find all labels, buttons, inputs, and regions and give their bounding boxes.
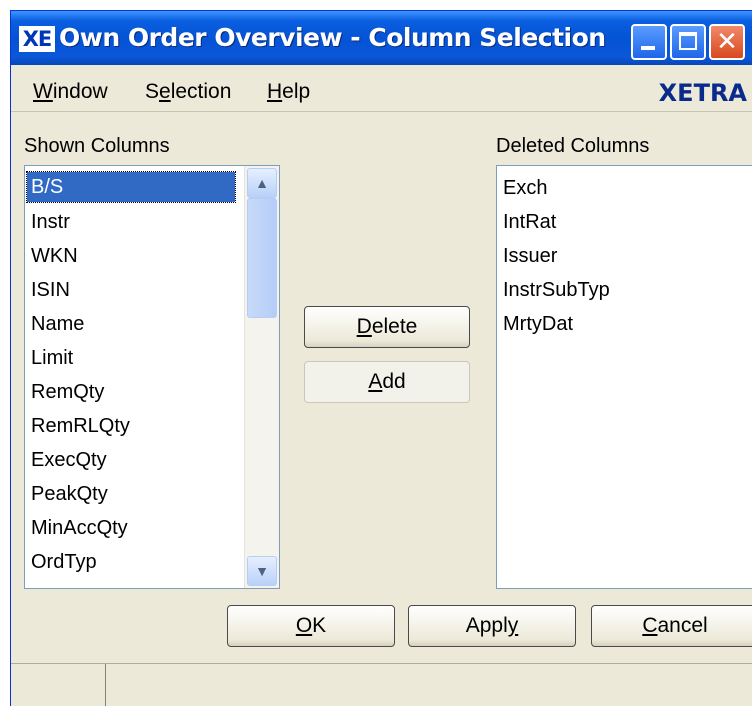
list-item[interactable]: MrtyDat [503, 313, 573, 336]
minimize-button[interactable] [631, 24, 667, 60]
scroll-thumb[interactable] [247, 198, 277, 318]
ok-button[interactable]: OK [227, 605, 395, 647]
minimize-icon [641, 46, 655, 50]
list-item[interactable]: OrdTyp [31, 551, 97, 574]
brand-logo: XETRA [658, 79, 747, 107]
status-bar [11, 663, 752, 706]
list-item[interactable]: ISIN [31, 279, 70, 302]
list-item[interactable]: InstrSubTyp [503, 279, 610, 302]
vertical-scrollbar[interactable]: ▲ ▼ [244, 166, 279, 588]
list-item[interactable]: Limit [31, 347, 73, 370]
close-button[interactable]: ✕ [709, 24, 745, 60]
menu-window[interactable]: Window [33, 80, 108, 104]
apply-button[interactable]: Apply [408, 605, 576, 647]
menu-bar: Window Selection Help XETRA [11, 65, 752, 112]
list-item[interactable]: WKN [31, 245, 78, 268]
list-item[interactable]: Instr [31, 211, 70, 234]
list-item[interactable]: PeakQty [31, 483, 108, 506]
title-bar[interactable]: XE Own Order Overview - Column Selection… [11, 11, 752, 65]
menu-selection[interactable]: Selection [145, 80, 231, 104]
status-divider [105, 664, 106, 706]
list-item[interactable]: RemRLQty [31, 415, 130, 438]
list-item[interactable]: Exch [503, 177, 547, 200]
add-button[interactable]: Add [304, 361, 470, 403]
app-logo: XE [19, 26, 55, 52]
menu-help[interactable]: Help [267, 80, 310, 104]
window-title: Own Order Overview - Column Selection [59, 23, 606, 52]
deleted-columns-list[interactable]: Exch IntRat Issuer InstrSubTyp MrtyDat [496, 165, 752, 589]
shown-columns-list[interactable]: B/S Instr WKN ISIN Name Limit RemQty Rem… [24, 165, 280, 589]
column-selection-window: XE Own Order Overview - Column Selection… [10, 10, 752, 706]
list-item-selected[interactable]: B/S [26, 171, 236, 203]
delete-button[interactable]: Delete [304, 306, 470, 348]
list-item[interactable]: IntRat [503, 211, 556, 234]
list-item[interactable]: RemQty [31, 381, 104, 404]
deleted-columns-label: Deleted Columns [496, 135, 650, 157]
list-item[interactable]: Name [31, 313, 84, 336]
list-item[interactable]: Issuer [503, 245, 557, 268]
chevron-down-icon[interactable]: ▼ [247, 556, 277, 586]
list-item[interactable]: MinAccQty [31, 517, 128, 540]
maximize-button[interactable] [670, 24, 706, 60]
shown-columns-label: Shown Columns [24, 135, 170, 157]
cancel-button[interactable]: Cancel [591, 605, 752, 647]
list-item[interactable]: ExecQty [31, 449, 107, 472]
chevron-up-icon[interactable]: ▲ [247, 168, 277, 198]
maximize-icon [679, 32, 697, 50]
close-icon: ✕ [716, 27, 738, 57]
